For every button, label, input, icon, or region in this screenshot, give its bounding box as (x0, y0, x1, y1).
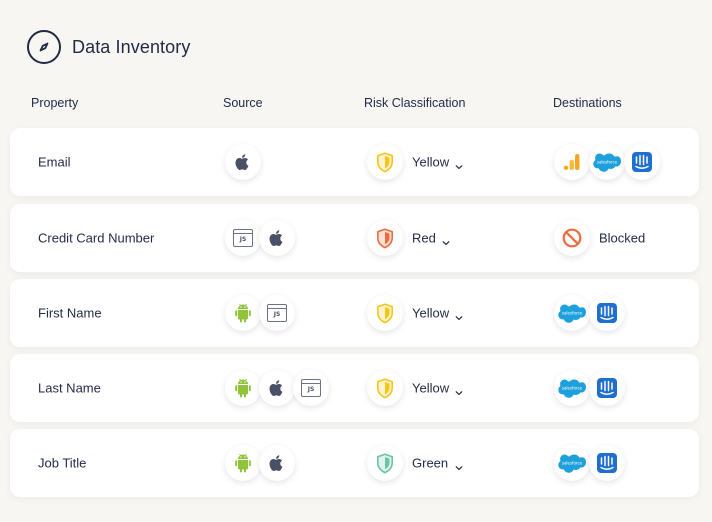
salesforce-icon: salesforce (554, 445, 590, 481)
svg-text:salesforce: salesforce (597, 160, 618, 165)
apple-icon (225, 144, 261, 180)
apple-icon (259, 370, 295, 406)
svg-text:salesforce: salesforce (562, 311, 583, 316)
table-row[interactable]: Job Title Green salesforce (10, 429, 699, 497)
apple-icon (259, 445, 295, 481)
svg-text:salesforce: salesforce (562, 386, 583, 391)
salesforce-icon: salesforce (554, 295, 590, 331)
column-header-destinations: Destinations (553, 96, 622, 110)
chevron-down-icon[interactable] (455, 309, 463, 320)
chevron-down-icon[interactable] (455, 384, 463, 395)
intercom-icon (589, 445, 625, 481)
compass-icon (27, 30, 61, 64)
column-header-risk: Risk Classification (364, 96, 466, 110)
table-row[interactable]: First Name JS Yellow salesforce (10, 279, 699, 347)
shield-icon (367, 295, 403, 331)
data-inventory-card: Data Inventory Property Source Risk Clas… (0, 0, 712, 522)
column-header-property: Property (31, 96, 79, 110)
salesforce-icon: salesforce (589, 144, 625, 180)
intercom-icon (589, 295, 625, 331)
page-title: Data Inventory (72, 36, 191, 57)
chevron-down-icon[interactable] (455, 158, 463, 169)
intercom-icon (589, 370, 625, 406)
android-icon (225, 445, 261, 481)
property-name: Credit Card Number (38, 230, 155, 246)
risk-classification-dropdown[interactable]: Yellow (412, 306, 449, 321)
javascript-icon: JS (225, 220, 261, 256)
header: Data Inventory (27, 30, 190, 64)
shield-icon (367, 370, 403, 406)
risk-classification-dropdown[interactable]: Yellow (412, 381, 449, 396)
shield-icon (367, 220, 403, 256)
table-row[interactable]: Last Name JS Yellow salesforce (10, 354, 699, 422)
javascript-icon: JS (293, 370, 329, 406)
svg-text:salesforce: salesforce (562, 461, 583, 466)
intercom-icon (624, 144, 660, 180)
property-name: Job Title (38, 455, 87, 471)
property-name: First Name (38, 305, 102, 321)
blocked-icon (554, 220, 590, 256)
shield-icon (367, 445, 403, 481)
property-name: Email (38, 154, 71, 170)
js-badge-text: JS (273, 311, 281, 318)
javascript-icon: JS (259, 295, 295, 331)
column-header-source: Source (223, 96, 263, 110)
salesforce-icon: salesforce (554, 370, 590, 406)
js-badge-text: JS (239, 236, 247, 243)
js-badge-text: JS (307, 386, 315, 393)
risk-classification-dropdown[interactable]: Green (412, 456, 448, 471)
risk-classification-dropdown[interactable]: Yellow (412, 155, 449, 170)
android-icon (225, 295, 261, 331)
google-analytics-icon (554, 144, 590, 180)
apple-icon (259, 220, 295, 256)
chevron-down-icon[interactable] (442, 234, 450, 245)
android-icon (225, 370, 261, 406)
property-name: Last Name (38, 380, 101, 396)
risk-classification-dropdown[interactable]: Red (412, 231, 436, 246)
table-row[interactable]: Credit Card Number JS Red Blocked (10, 204, 699, 272)
table-row[interactable]: Email Yellow salesforce (10, 128, 699, 196)
chevron-down-icon[interactable] (455, 459, 463, 470)
blocked-label: Blocked (599, 230, 646, 246)
shield-icon (367, 144, 403, 180)
